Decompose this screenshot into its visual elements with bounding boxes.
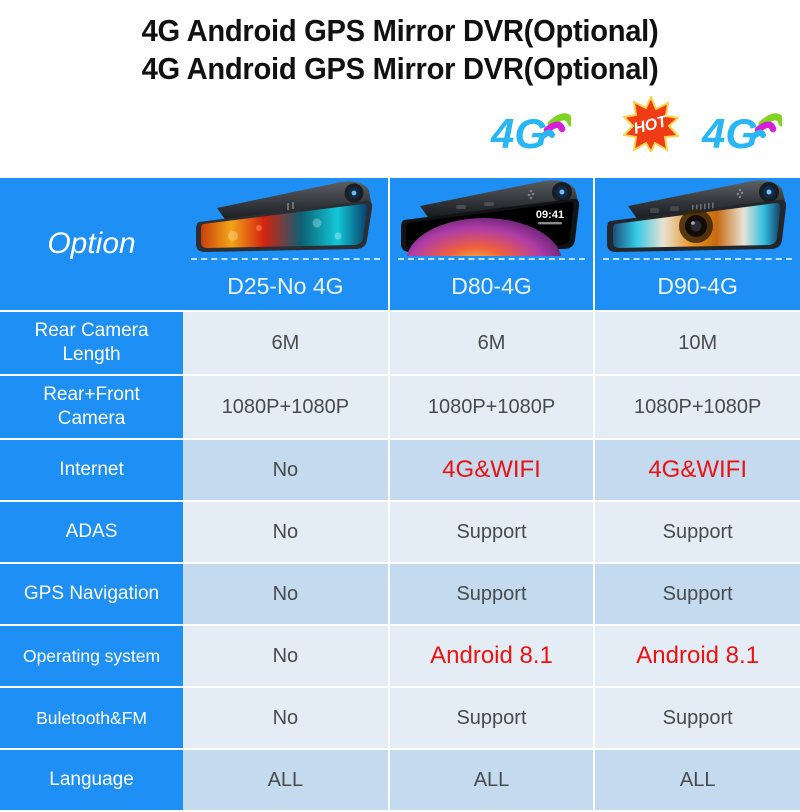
row-label-line: Internet [59,459,124,480]
table-row: GPS Navigation No Support Support [0,563,800,626]
cell-d25-rear-camera-length: 6M [183,311,390,376]
row-label-line: Buletooth&FM [36,708,147,728]
row-label-line: Language [49,769,134,790]
row-label-line: Length [62,344,121,365]
cell-d90-language: ALL [594,749,800,812]
table-header-row: Option D25-No 4G 09:41 D80-4G D90-4G [0,178,800,312]
table-row: Buletooth&FM No Support Support [0,687,800,750]
product-header-d25: D25-No 4G [183,178,390,312]
row-label-adas: ADAS [0,501,184,564]
cell-d90-rear-camera-length: 10M [594,311,800,376]
cell-d25-internet: No [183,439,390,502]
product-image-d25 [183,178,388,258]
row-label-language: Language [0,749,184,812]
cell-d80-bluetooth-fm: Support [388,687,596,750]
cell-d80-language: ALL [388,749,596,812]
cell-d80-operating-system: Android 8.1 [388,625,596,688]
cell-d90-gps-navigation: Support [594,563,800,626]
product-header-d80: 09:41 D80-4G [388,178,596,312]
title-line-1: 4G Android GPS Mirror DVR(Optional) [141,13,659,48]
cell-d90-internet: 4G&WIFI [594,439,800,502]
product-name-d90: D90-4G [657,273,738,299]
product-comparison-table: Option D25-No 4G 09:41 D80-4G D90-4G Rea… [0,178,800,812]
cell-d80-internet: 4G&WIFI [388,439,596,502]
row-label-operating-system: Operating system [0,625,184,688]
cell-d25-operating-system: No [183,625,390,688]
table-row: Rear+Front Camera 1080P+1080P 1080P+1080… [0,375,800,440]
svg-text:4G: 4G [701,110,758,156]
cell-d90-adas: Support [594,501,800,564]
row-label-bluetooth-fm: Buletooth&FM [0,687,184,750]
row-label-line: Camera [57,408,126,429]
table-row: Rear Camera Length 6M 6M 10M [0,311,800,376]
product-name-d25: D25-No 4G [227,273,344,299]
header-dashed-divider [603,258,792,260]
cell-d90-rear-front-camera: 1080P+1080P [594,375,800,440]
row-label-gps-navigation: GPS Navigation [0,563,184,626]
row-label-line: Rear+Front [43,384,140,405]
cell-d80-rear-front-camera: 1080P+1080P [388,375,596,440]
svg-text:4G: 4G [490,110,547,156]
hot-badge-d90: HOT [621,94,681,155]
cell-d25-language: ALL [183,749,390,812]
table-row: ADAS No Support Support [0,501,800,564]
page-title: 4G Android GPS Mirror DVR(Optional) 4G A… [0,0,800,88]
cell-d25-adas: No [183,501,390,564]
cell-d90-bluetooth-fm: Support [594,687,800,750]
header-dashed-divider [397,258,586,260]
product-image-d80: 09:41 [390,178,594,258]
product-image-d90 [595,178,800,258]
row-label-line: Operating system [22,646,161,666]
4g-badge-d90: 4G [700,98,786,157]
row-label-line: ADAS [65,521,118,542]
header-dashed-divider [191,258,380,260]
cell-d25-gps-navigation: No [183,563,390,626]
row-label-rear-front-camera: Rear+Front Camera [0,375,184,440]
row-label-line: Rear Camera [34,320,149,341]
cell-d80-rear-camera-length: 6M [388,311,596,376]
cell-d90-operating-system: Android 8.1 [594,625,800,688]
row-label-line: GPS Navigation [23,583,160,604]
cell-d25-rear-front-camera: 1080P+1080P [183,375,390,440]
table-row: Operating system No Android 8.1 Android … [0,625,800,688]
cell-d80-adas: Support [388,501,596,564]
cell-d25-bluetooth-fm: No [183,687,390,750]
row-label-rear-camera-length: Rear Camera Length [0,311,184,376]
title-line-2: 4G Android GPS Mirror DVR(Optional) [141,51,659,86]
cell-d80-gps-navigation: Support [388,563,596,626]
d80-screen-clock: 09:41 [535,209,563,221]
row-label-internet: Internet [0,439,184,502]
4g-badge-d80: 4G [489,98,575,157]
product-name-d80: D80-4G [451,273,532,299]
table-row: Language ALL ALL ALL [0,749,800,812]
option-header-cell: Option [0,178,184,312]
table-row: Internet No 4G&WIFI 4G&WIFI [0,439,800,502]
product-header-d90: D90-4G [594,178,800,312]
badge-strip: 4G HOT 4G [0,88,800,158]
